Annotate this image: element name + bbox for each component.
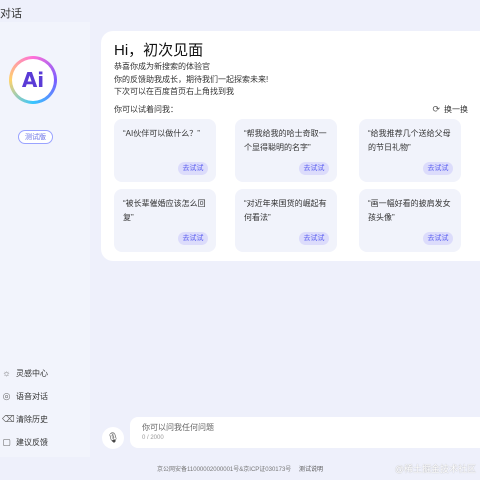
bulb-icon: ☼ (2, 368, 11, 378)
try-button[interactable]: 去试试 (178, 232, 208, 245)
watermark: @稀土掘金技术社区 (394, 464, 476, 474)
sidebar-menu: ☼ 灵感中心 ◎ 语音对话 ⌫ 清除历史 ▢ 建议反馈 (0, 362, 90, 454)
refresh-suggestions-button[interactable]: ⟳ 换一换 (432, 104, 468, 115)
footer-license: 京公网安备11000002000001号&京ICP证030173号 (157, 467, 292, 473)
sidebar-item-voice-chat[interactable]: ◎ 语音对话 (0, 385, 90, 408)
microphone-button[interactable]: 🎙 (102, 427, 124, 449)
suggestion-card[interactable]: “被长辈催婚应该怎么回复” 去试试 (114, 189, 216, 252)
sidebar-item-clear-history[interactable]: ⌫ 清除历史 (0, 408, 90, 431)
try-button[interactable]: 去试试 (423, 162, 453, 175)
microphone-icon: 🎙 (106, 432, 120, 444)
suggestion-card[interactable]: “AI伙伴可以做什么？” 去试试 (114, 119, 216, 182)
char-counter: 0 / 2000 (142, 435, 164, 441)
voice-icon: ◎ (2, 391, 11, 401)
beta-badge: 测试版 (18, 130, 53, 144)
chat-input-placeholder: 你可以问我任何问题 (142, 423, 214, 432)
sidebar-item-label: 清除历史 (16, 415, 48, 424)
try-button[interactable]: 去试试 (299, 232, 329, 245)
sidebar-item-inspiration[interactable]: ☼ 灵感中心 (0, 362, 90, 385)
refresh-icon: ⟳ (432, 104, 440, 114)
chat-input[interactable]: 你可以问我任何问题 0 / 2000 (130, 417, 480, 448)
trash-icon: ⌫ (2, 414, 15, 424)
title-bar: 对话 (0, 0, 480, 22)
try-button[interactable]: 去试试 (423, 232, 453, 245)
sidebar-item-label: 建议反馈 (16, 438, 48, 447)
suggestion-card[interactable]: “给我推荐几个送给父母的节日礼物” 去试试 (359, 119, 461, 182)
suggestion-card[interactable]: “对近年来国货的崛起有何看法” 去试试 (235, 189, 337, 252)
greeting-title: Hi，初次见面 (114, 42, 204, 59)
feedback-icon: ▢ (2, 437, 11, 447)
sidebar-item-label: 灵感中心 (16, 369, 48, 378)
try-button[interactable]: 去试试 (178, 162, 208, 175)
sidebar-item-label: 语音对话 (16, 392, 48, 401)
test-info-link[interactable]: 测试说明 (299, 467, 323, 473)
suggestion-card[interactable]: “画一幅好看的披肩发女孩头像” 去试试 (359, 189, 461, 252)
try-button[interactable]: 去试试 (299, 162, 329, 175)
intro-text: 恭喜你成为新搜索的体验官 你的反馈助我成长，期待我们一起探索未来! 下次可以在百… (114, 62, 269, 96)
window-title: 对话 (0, 8, 22, 20)
ai-logo-icon: Ai (9, 56, 57, 104)
suggestions-heading: 你可以试着问我： (114, 105, 178, 114)
suggestion-card[interactable]: “帮我给我的哈士奇取一个显得聪明的名字” 去试试 (235, 119, 337, 182)
sidebar-item-feedback[interactable]: ▢ 建议反馈 (0, 431, 90, 454)
sidebar: Ai 测试版 ☼ 灵感中心 ◎ 语音对话 ⌫ 清除历史 ▢ 建议反馈 (0, 22, 90, 457)
welcome-card: Hi，初次见面 恭喜你成为新搜索的体验官 你的反馈助我成长，期待我们一起探索未来… (101, 31, 480, 261)
